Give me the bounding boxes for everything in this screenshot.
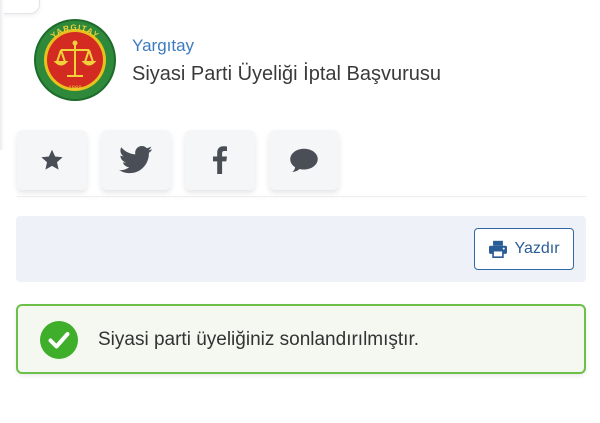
facebook-share-button[interactable] [185,130,255,190]
logo-year-text: 1868 [68,86,82,92]
comment-icon [290,148,318,172]
favorite-button[interactable] [17,130,87,190]
check-circle-icon [40,321,78,359]
agency-name: Yargıtay [132,36,195,55]
print-button[interactable]: Yazdır [474,228,574,270]
twitter-icon [119,145,153,174]
section-divider [17,196,586,197]
alert-message: Siyasi parti üyeliğiniz sonlandırılmıştı… [98,329,420,350]
action-toolbar: Yazdır [16,216,586,282]
facebook-icon [213,146,227,174]
yargitay-logo: YARGITAY 1868 [34,19,116,101]
success-alert: Siyasi parti üyeliğiniz sonlandırılmıştı… [16,304,586,374]
left-panel-edge [0,0,4,150]
star-icon [41,149,63,170]
page-title: Siyasi Parti Üyeliği İptal Başvurusu [132,63,442,85]
comment-button[interactable] [269,130,339,190]
print-button-label: Yazdır [514,240,560,257]
printer-icon [489,240,508,258]
twitter-share-button[interactable] [101,130,171,190]
top-left-card-edge [0,0,40,14]
